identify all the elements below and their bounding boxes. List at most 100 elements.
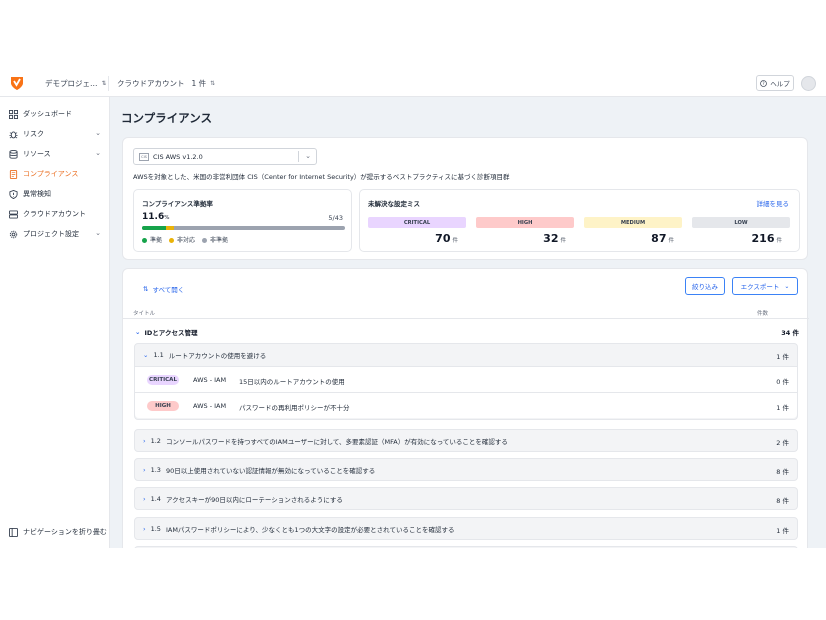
section-title: ルートアカウントの使用を避ける <box>168 352 267 360</box>
chevron-up-down-icon: ⇅ <box>210 79 216 87</box>
details-link[interactable]: 詳細を見る <box>757 198 790 208</box>
section-title: 90日以上使用されていない認証情報が無効になっていることを確認する <box>165 467 376 475</box>
section-id: 1.4 <box>150 495 161 503</box>
sidebar-item-compliance[interactable]: コンプライアンス <box>0 165 110 183</box>
severity-low-count: 216 件 <box>751 232 782 245</box>
export-button[interactable]: エクスポート ⌄ <box>732 277 798 295</box>
finding-row[interactable]: HIGH AWS - IAM パスワードの再利用ポリシーが不十分 1 件 <box>135 392 797 418</box>
bug-icon <box>9 130 18 139</box>
cloud-account-count: 1 件 <box>191 79 207 88</box>
help-button[interactable]: ? ヘルプ <box>756 75 794 91</box>
database-icon <box>9 149 18 159</box>
compliance-progress-bar <box>142 226 345 230</box>
cloud-account-selector[interactable]: クラウドアカウント 1 件 ⇅ <box>117 78 215 89</box>
section-header: › 1.4 アクセスキーが90日以内にローテーションされるようにする <box>135 488 797 510</box>
chevron-right-icon: › <box>143 466 146 474</box>
expand-all-button[interactable]: ⇅ すべて開く <box>143 284 184 294</box>
compliance-table-card: ⇅ すべて開く 絞り込み エクスポート ⌄ タイトル 件数 ⌄ IDとアクセス管… <box>122 268 809 548</box>
cloud-account-label: クラウドアカウント <box>117 79 185 88</box>
section-header: › 1.3 90日以上使用されていない認証情報が無効になっていることを確認する <box>135 459 797 481</box>
sidebar-item-dashboard[interactable]: ダッシュボード <box>0 105 110 123</box>
benchmark-description: AWSを対象とした、米国の非営利団体 CIS（Center for Intern… <box>133 173 510 181</box>
chevron-right-icon: › <box>143 437 146 445</box>
sidebar-item-label: リソース <box>23 150 51 158</box>
service-label: AWS - IAM <box>193 402 227 410</box>
severity-low-label: LOW <box>692 217 790 228</box>
cis-logo: CIS <box>139 152 149 161</box>
header-divider <box>108 76 109 91</box>
section-row-1-2[interactable]: › 1.2 コンソールパスワードを持つすべてのIAMユーザーに対して、多要素認証… <box>134 429 798 452</box>
header-divider <box>123 318 809 319</box>
filter-button[interactable]: 絞り込み <box>685 277 725 295</box>
finding-count: 0 件 <box>776 378 789 386</box>
expand-icon: ⇅ <box>143 285 149 293</box>
user-avatar[interactable] <box>801 76 816 91</box>
chevron-down-icon: ⌄ <box>143 351 149 359</box>
filter-label: 絞り込み <box>692 283 718 291</box>
sidebar-item-risk[interactable]: リスク ⌄ <box>0 125 110 143</box>
svg-text:?: ? <box>763 81 765 86</box>
app-window: デモプロジェ… ⇅ クラウドアカウント 1 件 ⇅ ? ヘルプ ダッシュボード … <box>0 71 826 548</box>
section-id: 1.1 <box>153 351 164 359</box>
compliance-rate-panel: コンプライアンス準拠率 11.6% 5/43 準拠 非対応 非準拠 <box>133 189 352 252</box>
legend-noncompliant: 非準拠 <box>202 235 228 244</box>
severity-high-count: 32 件 <box>543 232 566 245</box>
section-row-next[interactable] <box>134 546 798 548</box>
section-id: 1.3 <box>150 466 161 474</box>
sidebar: ダッシュボード リスク ⌄ リソース ⌄ コンプライアンス 異常検知 クラウドア… <box>0 97 110 548</box>
misconfig-title: 未解決な設定ミス <box>368 200 420 208</box>
server-icon <box>9 209 18 219</box>
benchmark-select[interactable]: CIS CIS AWS v1.2.0 ⌄ <box>133 148 317 165</box>
chevron-down-icon: ⌄ <box>95 129 101 137</box>
help-icon: ? <box>760 79 768 87</box>
section-title: アクセスキーが90日以内にローテーションされるようにする <box>165 496 343 504</box>
sidebar-item-resources[interactable]: リソース ⌄ <box>0 145 110 163</box>
section-row-1-3[interactable]: › 1.3 90日以上使用されていない認証情報が無効になっていることを確認する … <box>134 458 798 481</box>
sidebar-item-cloud-accounts[interactable]: クラウドアカウント <box>0 205 110 223</box>
main-content: コンプライアンス CIS CIS AWS v1.2.0 ⌄ AWSを対象とした、… <box>110 97 826 548</box>
sidebar-item-label: ダッシュボード <box>23 110 72 118</box>
finding-row[interactable]: CRITICAL AWS - IAM 15日以内のルートアカウントの使用 0 件 <box>135 366 797 392</box>
section-title: IAMパスワードポリシーにより、少なくとも1つの大文字の設定が必要とされているこ… <box>165 526 455 534</box>
chevron-right-icon: › <box>143 495 146 503</box>
section-header: › 1.5 IAMパスワードポリシーにより、少なくとも1つの大文字の設定が必要と… <box>135 518 797 540</box>
section-header: › 1.2 コンソールパスワードを持つすべてのIAMユーザーに対して、多要素認証… <box>135 430 797 452</box>
app-logo-icon[interactable] <box>9 75 25 91</box>
sidebar-item-anomaly[interactable]: 異常検知 <box>0 185 110 203</box>
compliance-rate-title: コンプライアンス準拠率 <box>142 200 213 208</box>
shield-alert-icon <box>9 189 18 199</box>
collapse-navigation-button[interactable]: ナビゲーションを折り畳む <box>0 523 110 541</box>
gear-icon <box>9 230 18 239</box>
chevron-right-icon: › <box>143 525 146 533</box>
chevron-up-down-icon: ⇅ <box>101 79 107 87</box>
top-header: デモプロジェ… ⇅ クラウドアカウント 1 件 ⇅ ? ヘルプ <box>0 71 826 97</box>
section-count: 8 件 <box>776 497 789 505</box>
severity-badge-high: HIGH <box>147 401 179 411</box>
group-count: 34 件 <box>781 329 799 337</box>
section-row-1-4[interactable]: › 1.4 アクセスキーが90日以内にローテーションされるようにする 8 件 <box>134 487 798 510</box>
group-row-iam[interactable]: ⌄ IDとアクセス管理 <box>135 327 197 337</box>
section-row-1-5[interactable]: › 1.5 IAMパスワードポリシーにより、少なくとも1つの大文字の設定が必要と… <box>134 517 798 540</box>
finding-count: 1 件 <box>776 404 789 412</box>
sidebar-item-label: コンプライアンス <box>23 170 79 178</box>
compliance-rate-ratio: 5/43 <box>328 214 343 222</box>
help-label: ヘルプ <box>770 80 790 88</box>
severity-badge-critical: CRITICAL <box>147 375 179 385</box>
column-header-title: タイトル <box>133 311 156 317</box>
project-selector[interactable]: デモプロジェ… ⇅ <box>45 78 107 89</box>
chevron-down-icon: ⌄ <box>305 152 311 160</box>
section-count: 8 件 <box>776 468 789 476</box>
section-title: コンソールパスワードを持つすべてのIAMユーザーに対して、多要素認証（MFA）が… <box>165 438 508 446</box>
section-header[interactable]: ⌄ 1.1 ルートアカウントの使用を避ける <box>135 344 797 366</box>
section-id: 1.5 <box>150 525 161 533</box>
sidebar-item-project-settings[interactable]: プロジェクト設定 ⌄ <box>0 225 110 243</box>
page-title: コンプライアンス <box>121 111 212 125</box>
legend-compliant: 準拠 <box>142 235 162 244</box>
severity-high-label: HIGH <box>476 217 574 228</box>
compliance-legend: 準拠 非対応 非準拠 <box>142 235 228 244</box>
export-label: エクスポート <box>740 283 780 291</box>
service-label: AWS - IAM <box>193 376 227 384</box>
sidebar-item-label: クラウドアカウント <box>23 210 86 218</box>
sidebar-item-label: プロジェクト設定 <box>23 230 79 238</box>
section-count: 1 件 <box>776 527 789 535</box>
